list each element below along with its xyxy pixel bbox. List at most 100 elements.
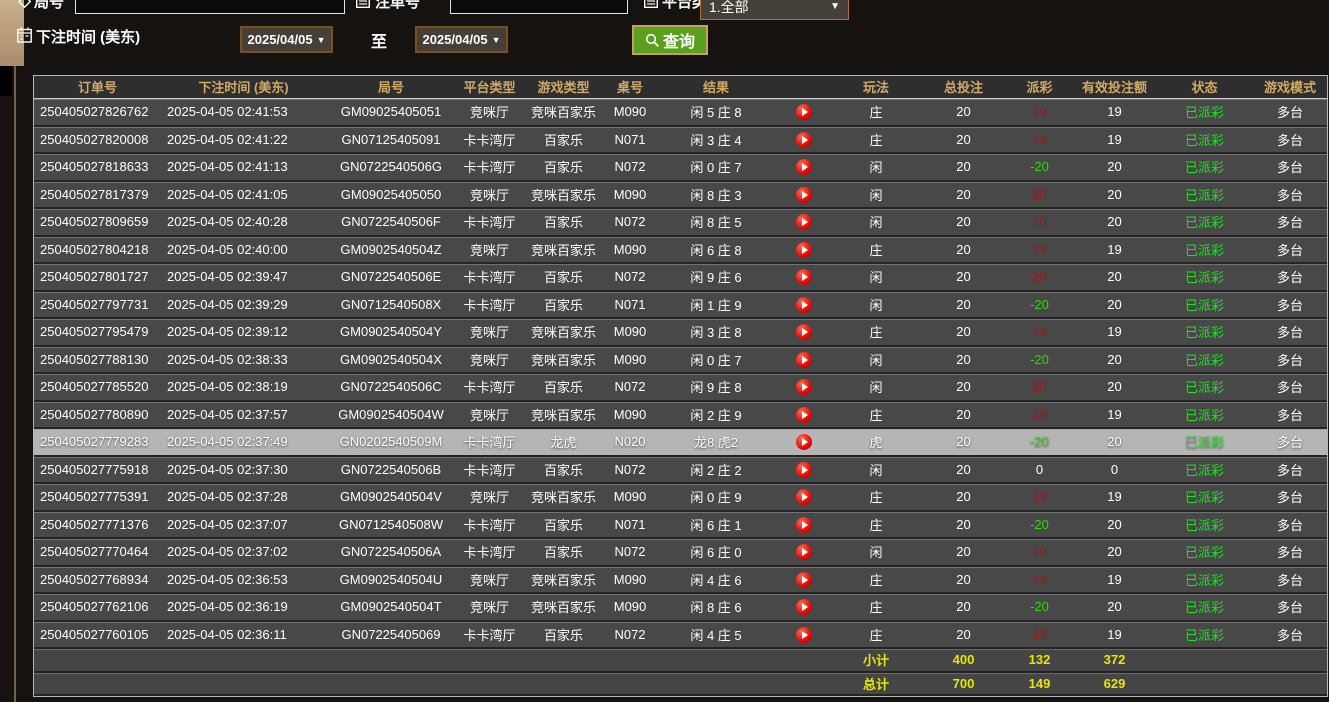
cell-replay <box>776 126 831 154</box>
cell-round-number: GN0202540509M <box>326 428 456 456</box>
table-row[interactable]: 250405027788130 2025-04-05 02:38:33 GM09… <box>34 346 1327 374</box>
cell-valid-bet: 0 <box>1073 456 1156 484</box>
play-icon[interactable] <box>796 517 812 533</box>
table-row[interactable]: 250405027779283 2025-04-05 02:37:49 GN02… <box>34 428 1327 456</box>
cell-order-number: 250405027775918 <box>34 456 161 484</box>
cell-bet-time: 2025-04-05 02:37:49 <box>161 428 326 456</box>
cell-bet-time: 2025-04-05 02:36:53 <box>161 566 326 594</box>
platform-type-select[interactable]: 1.全部 ▼ <box>700 0 849 20</box>
table-row[interactable]: 250405027775391 2025-04-05 02:37:28 GM09… <box>34 483 1327 511</box>
cell-bet-time: 2025-04-05 02:41:13 <box>161 153 326 181</box>
round-number-input[interactable] <box>75 0 345 14</box>
play-icon[interactable] <box>796 627 812 643</box>
cell-valid-bet: 20 <box>1073 428 1156 456</box>
cell-result: 闲 9 庄 8 <box>656 373 776 401</box>
header-status: 状态 <box>1156 76 1253 98</box>
cell-payout: 20 <box>1006 538 1073 566</box>
play-icon[interactable] <box>796 187 812 203</box>
table-row[interactable]: 250405027826762 2025-04-05 02:41:53 GM09… <box>34 98 1327 126</box>
table-row[interactable]: 250405027797731 2025-04-05 02:39:29 GN07… <box>34 291 1327 319</box>
cell-replay <box>776 346 831 374</box>
cell-table-number: N072 <box>604 263 656 291</box>
play-icon[interactable] <box>796 352 812 368</box>
date-from-select[interactable]: 2025/04/05 ▼ <box>240 26 333 53</box>
table-row[interactable]: 250405027768934 2025-04-05 02:36:53 GM09… <box>34 566 1327 594</box>
play-icon[interactable] <box>796 599 812 615</box>
cell-round-number: GN0722540506C <box>326 373 456 401</box>
play-icon[interactable] <box>796 159 812 175</box>
table-row[interactable]: 250405027771376 2025-04-05 02:37:07 GN07… <box>34 511 1327 539</box>
table-row[interactable]: 250405027762106 2025-04-05 02:36:19 GM09… <box>34 593 1327 621</box>
play-icon[interactable] <box>796 242 812 258</box>
table-row[interactable]: 250405027817379 2025-04-05 02:41:05 GM09… <box>34 181 1327 209</box>
play-icon[interactable] <box>796 462 812 478</box>
cell-total-bet: 20 <box>921 291 1006 319</box>
cell-result: 闲 0 庄 7 <box>656 346 776 374</box>
play-icon[interactable] <box>796 132 812 148</box>
table-row[interactable]: 250405027804218 2025-04-05 02:40:00 GM09… <box>34 236 1327 264</box>
table-row[interactable]: 250405027785520 2025-04-05 02:38:19 GN07… <box>34 373 1327 401</box>
play-icon[interactable] <box>796 104 812 120</box>
play-icon[interactable] <box>796 407 812 423</box>
cell-valid-bet: 20 <box>1073 511 1156 539</box>
chevron-down-icon: ▼ <box>317 35 326 45</box>
cell-order-number: 250405027818633 <box>34 153 161 181</box>
cell-game-type: 竞咪百家乐 <box>523 98 604 126</box>
play-icon[interactable] <box>796 544 812 560</box>
cell-game-mode: 多台 <box>1253 236 1327 264</box>
cell-replay <box>776 483 831 511</box>
date-to-select[interactable]: 2025/04/05 ▼ <box>415 26 508 53</box>
cell-result: 闲 4 庄 6 <box>656 566 776 594</box>
grand-total-valid-bet: 629 <box>1073 672 1156 696</box>
cell-replay <box>776 318 831 346</box>
search-button[interactable]: 查询 <box>632 25 708 55</box>
table-row[interactable]: 250405027770464 2025-04-05 02:37:02 GN07… <box>34 538 1327 566</box>
header-replay <box>776 76 831 98</box>
header-result: 结果 <box>656 76 776 98</box>
cell-round-number: GM0902540504Y <box>326 318 456 346</box>
cell-platform-type: 竞咪厅 <box>456 483 523 511</box>
bet-number-input[interactable] <box>450 0 628 14</box>
play-icon[interactable] <box>796 489 812 505</box>
play-icon[interactable] <box>796 572 812 588</box>
cell-game-mode: 多台 <box>1253 593 1327 621</box>
table-row[interactable]: 250405027760105 2025-04-05 02:36:11 GN07… <box>34 621 1327 649</box>
cell-status: 已派彩 <box>1156 208 1253 236</box>
cell-result: 闲 3 庄 4 <box>656 126 776 154</box>
cell-status: 已派彩 <box>1156 126 1253 154</box>
play-icon[interactable] <box>796 269 812 285</box>
cell-wager: 庄 <box>831 511 921 539</box>
cell-game-type: 百家乐 <box>523 538 604 566</box>
cell-game-mode: 多台 <box>1253 566 1327 594</box>
table-row[interactable]: 250405027809659 2025-04-05 02:40:28 GN07… <box>34 208 1327 236</box>
cell-wager: 庄 <box>831 318 921 346</box>
table-row[interactable]: 250405027780890 2025-04-05 02:37:57 GM09… <box>34 401 1327 429</box>
table-row[interactable]: 250405027775918 2025-04-05 02:37:30 GN07… <box>34 456 1327 484</box>
cell-table-number: M090 <box>604 98 656 126</box>
cell-replay <box>776 98 831 126</box>
table-row[interactable]: 250405027818633 2025-04-05 02:41:13 GN07… <box>34 153 1327 181</box>
table-row[interactable]: 250405027820008 2025-04-05 02:41:22 GN07… <box>34 126 1327 154</box>
cell-wager: 虎 <box>831 428 921 456</box>
cell-table-number: N072 <box>604 373 656 401</box>
cell-wager: 庄 <box>831 98 921 126</box>
play-icon[interactable] <box>796 297 812 313</box>
cell-wager: 闲 <box>831 153 921 181</box>
bet-time-label: 下注时间 (美东) <box>36 26 140 47</box>
cell-round-number: GN0722540506G <box>326 153 456 181</box>
cell-status: 已派彩 <box>1156 291 1253 319</box>
cell-payout: -20 <box>1006 511 1073 539</box>
cell-bet-time: 2025-04-05 02:41:22 <box>161 126 326 154</box>
cell-bet-time: 2025-04-05 02:41:53 <box>161 98 326 126</box>
cell-total-bet: 20 <box>921 126 1006 154</box>
play-icon[interactable] <box>796 379 812 395</box>
table-row[interactable]: 250405027795479 2025-04-05 02:39:12 GM09… <box>34 318 1327 346</box>
play-icon[interactable] <box>796 324 812 340</box>
play-icon[interactable] <box>796 434 812 450</box>
cell-game-mode: 多台 <box>1253 511 1327 539</box>
table-row[interactable]: 250405027801727 2025-04-05 02:39:47 GN07… <box>34 263 1327 291</box>
cell-table-number: M090 <box>604 181 656 209</box>
cell-total-bet: 20 <box>921 511 1006 539</box>
play-icon[interactable] <box>796 214 812 230</box>
cell-game-type: 竞咪百家乐 <box>523 566 604 594</box>
